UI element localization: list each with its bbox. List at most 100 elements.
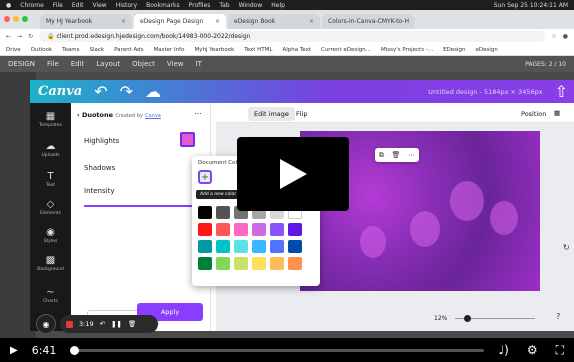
- camera-icon[interactable]: ◉: [36, 314, 56, 334]
- color-swatch[interactable]: [252, 240, 266, 253]
- progress-knob[interactable]: [70, 345, 80, 355]
- bookmark-item[interactable]: eDesign: [476, 47, 498, 53]
- color-swatch[interactable]: [198, 257, 212, 270]
- edesign-menu-edit[interactable]: Edit: [71, 60, 85, 68]
- volume-icon[interactable]: ♩): [498, 343, 508, 358]
- edesign-menu-layout[interactable]: Layout: [96, 60, 120, 68]
- position-button[interactable]: Position: [521, 110, 546, 118]
- bookmark-item[interactable]: Drive: [6, 47, 21, 53]
- menu-profiles[interactable]: Profiles: [189, 2, 211, 9]
- bookmark-item[interactable]: Master Info: [154, 47, 185, 53]
- reload-icon[interactable]: ↻: [28, 33, 33, 40]
- help-icon[interactable]: ?: [556, 312, 560, 321]
- menu-tab[interactable]: Tab: [219, 2, 229, 9]
- stop-record-button[interactable]: [66, 320, 73, 328]
- undo-icon[interactable]: ↶: [94, 82, 107, 101]
- menu-bookmarks[interactable]: Bookmarks: [146, 2, 180, 9]
- sidebar-item-background[interactable]: ▩ Background: [30, 255, 71, 272]
- tab-colors-canva[interactable]: Colors-in-Canva-CMYK-to-H ×: [322, 14, 414, 29]
- close-icon[interactable]: ×: [215, 18, 220, 25]
- tab-edesign-book[interactable]: eDesign Book ×: [228, 14, 320, 29]
- bookmark-item[interactable]: Parent Ads: [114, 47, 143, 53]
- color-swatch[interactable]: [288, 240, 302, 253]
- more-icon[interactable]: ⋯: [194, 109, 202, 118]
- bookmark-item[interactable]: Alpha Text: [282, 47, 311, 53]
- menu-history[interactable]: History: [116, 2, 137, 9]
- add-color-button[interactable]: +: [198, 170, 212, 184]
- bookmark-item[interactable]: Teams: [62, 47, 79, 53]
- color-swatch[interactable]: [234, 240, 248, 253]
- color-swatch[interactable]: [198, 223, 212, 236]
- star-icon[interactable]: ☆: [551, 33, 556, 40]
- color-swatch[interactable]: [216, 206, 230, 219]
- video-progress[interactable]: [70, 345, 485, 355]
- edit-image-button[interactable]: Edit image: [248, 107, 295, 121]
- bookmark-item[interactable]: Missy's Projects -...: [381, 47, 433, 53]
- close-icon[interactable]: ×: [309, 18, 314, 25]
- bookmark-item[interactable]: EDesign: [443, 47, 465, 53]
- close-icon[interactable]: ×: [121, 18, 126, 25]
- zoom-slider-knob[interactable]: [464, 315, 471, 322]
- color-swatch[interactable]: [270, 240, 284, 253]
- back-button[interactable]: ‹ Duotone: [77, 111, 113, 119]
- menu-file[interactable]: File: [53, 2, 63, 9]
- maximize-window-button[interactable]: [22, 16, 28, 22]
- sidebar-item-uploads[interactable]: ☁ Uploads: [30, 141, 71, 158]
- pause-icon[interactable]: ❚❚: [111, 320, 122, 328]
- menu-view[interactable]: View: [92, 2, 106, 9]
- canva-logo[interactable]: Canva: [38, 84, 82, 99]
- play-icon[interactable]: ▶: [10, 345, 18, 356]
- sidebar-item-styles[interactable]: ◉ Styles: [30, 227, 71, 244]
- doc-title[interactable]: Untitled design - 5184px × 3456px: [428, 88, 542, 96]
- sidebar-item-text[interactable]: T Text: [30, 171, 71, 188]
- edesign-menu-it[interactable]: IT: [196, 60, 202, 68]
- back-icon[interactable]: ←: [6, 33, 11, 40]
- sidebar-item-elements[interactable]: ◇ Elements: [30, 199, 71, 216]
- color-swatch[interactable]: [198, 206, 212, 219]
- bookmark-item[interactable]: Text HTML: [244, 47, 272, 53]
- more-icon[interactable]: ⋯: [408, 151, 415, 159]
- color-swatch[interactable]: [270, 223, 284, 236]
- profile-icon[interactable]: ●: [563, 33, 568, 40]
- menu-window[interactable]: Window: [239, 2, 263, 9]
- tab-page-design[interactable]: eDesign Page Design ×: [134, 14, 226, 29]
- sidebar-item-templates[interactable]: ▦ Templates: [30, 111, 71, 128]
- trash-icon[interactable]: 🗑: [392, 151, 401, 159]
- intensity-slider[interactable]: [84, 205, 194, 207]
- bookmark-item[interactable]: Outlook: [31, 47, 52, 53]
- menu-chrome[interactable]: Chrome: [20, 2, 44, 9]
- color-swatch[interactable]: [234, 223, 248, 236]
- url-field[interactable]: 🔒 client.prod.edesign.hjedesign.com/book…: [39, 31, 546, 42]
- sidebar-item-charts[interactable]: ∼ Charts: [30, 287, 71, 304]
- color-swatch[interactable]: [216, 257, 230, 270]
- color-swatch[interactable]: [288, 223, 302, 236]
- color-swatch[interactable]: [252, 257, 266, 270]
- apple-icon[interactable]: ●: [6, 2, 11, 9]
- menu-edit[interactable]: Edit: [72, 2, 84, 9]
- minimize-window-button[interactable]: [13, 16, 19, 22]
- color-swatch[interactable]: [234, 257, 248, 270]
- bookmark-item[interactable]: Myhj Yearbook: [194, 47, 234, 53]
- redo-icon[interactable]: ↷: [120, 82, 133, 101]
- edesign-menu-view[interactable]: View: [167, 60, 184, 68]
- bookmark-item[interactable]: Current eDesign...: [321, 47, 371, 53]
- close-icon[interactable]: ×: [413, 18, 414, 25]
- fullscreen-icon[interactable]: ⛶: [556, 343, 564, 358]
- transparency-icon[interactable]: ▦: [554, 109, 560, 117]
- forward-icon[interactable]: →: [17, 33, 22, 40]
- color-swatch[interactable]: [270, 257, 284, 270]
- color-swatch[interactable]: [252, 223, 266, 236]
- share-icon[interactable]: ⇧: [555, 82, 568, 101]
- color-swatch[interactable]: [288, 257, 302, 270]
- tab-yearbook[interactable]: My HJ Yearbook ×: [40, 14, 132, 29]
- video-play-button[interactable]: [237, 137, 349, 211]
- creator-link[interactable]: Canva: [145, 113, 161, 119]
- edesign-menu-file[interactable]: File: [47, 60, 59, 68]
- highlights-swatch[interactable]: [180, 132, 195, 147]
- rotate-icon[interactable]: ↻: [563, 243, 570, 252]
- close-window-button[interactable]: [4, 16, 10, 22]
- color-swatch[interactable]: [198, 240, 212, 253]
- copy-icon[interactable]: ⧉: [379, 151, 384, 160]
- edesign-menu-object[interactable]: Object: [132, 60, 155, 68]
- undo-icon[interactable]: ↶: [100, 320, 105, 328]
